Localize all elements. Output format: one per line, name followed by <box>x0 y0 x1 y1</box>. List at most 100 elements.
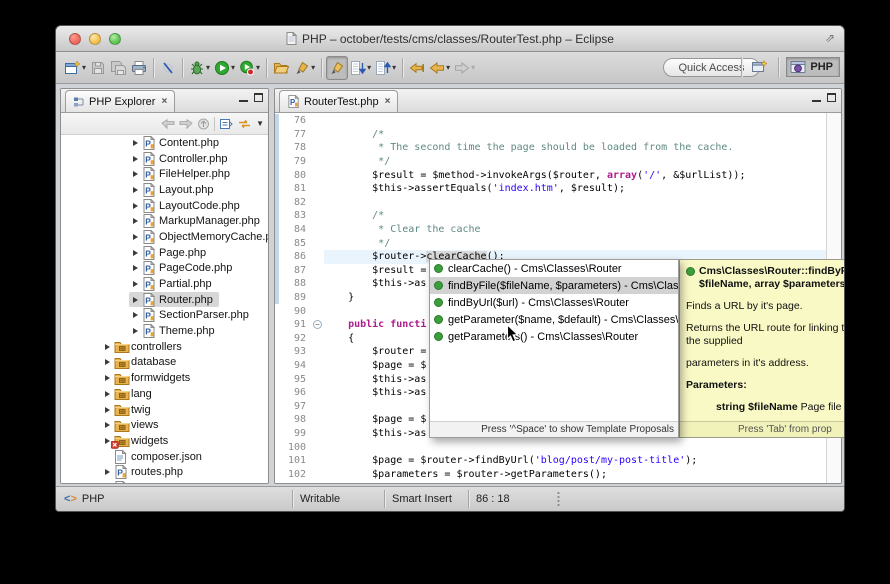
forward-button[interactable]: ▾ <box>452 56 477 80</box>
expand-arrow-icon[interactable] <box>129 250 142 256</box>
dropdown-caret-icon[interactable]: ▾ <box>446 63 450 72</box>
code-line-83[interactable]: 83 /* <box>275 209 826 223</box>
completion-item[interactable]: clearCache() - Cms\Classes\Router <box>430 260 678 277</box>
code-line-101[interactable]: 101 $page = $router->findByUrl('blog/pos… <box>275 454 826 468</box>
print-button[interactable] <box>129 56 149 80</box>
tree-item-views[interactable]: views <box>61 417 268 433</box>
tree-item-objectmemorycache-ph[interactable]: PObjectMemoryCache.ph <box>61 229 268 245</box>
run-button[interactable]: ▾ <box>212 56 237 80</box>
expand-arrow-icon[interactable] <box>101 375 114 381</box>
maximize-view-icon[interactable] <box>827 93 836 102</box>
expand-arrow-icon[interactable] <box>101 344 114 350</box>
tab-php-explorer[interactable]: PHP Explorer × <box>65 90 175 112</box>
code-line-78[interactable]: 78 * The second time the page should be … <box>275 141 826 155</box>
tree-item-lang[interactable]: lang <box>61 386 268 402</box>
new-wizard-button[interactable]: ▾ <box>62 56 88 80</box>
save-button[interactable] <box>88 56 108 80</box>
code-line-100[interactable]: 100 <box>275 440 826 454</box>
dropdown-caret-icon[interactable]: ▾ <box>231 63 235 72</box>
expand-arrow-icon[interactable] <box>129 140 142 146</box>
tree-item-theme-php[interactable]: PTheme.php <box>61 323 268 339</box>
back-icon[interactable] <box>161 118 175 130</box>
tree-item-router-php[interactable]: PRouter.php <box>61 292 268 308</box>
open-file-button[interactable] <box>271 56 292 80</box>
code-line-77[interactable]: 77 /* <box>275 128 826 142</box>
expand-arrow-icon[interactable] <box>129 218 142 224</box>
completion-item[interactable]: findByFile($fileName, $parameters) - Cms… <box>430 277 678 294</box>
last-edit-location-button[interactable] <box>407 56 427 80</box>
fold-collapse-icon[interactable]: − <box>311 320 324 329</box>
expand-arrow-icon[interactable] <box>129 234 142 240</box>
tree-item-database[interactable]: database <box>61 355 268 371</box>
maximize-view-icon[interactable] <box>254 93 263 102</box>
tab-routertest-php[interactable]: P RouterTest.php × <box>279 90 398 112</box>
mark-occurrences-toggle[interactable] <box>326 56 348 80</box>
tree-item-filehelper-php[interactable]: PFileHelper.php <box>61 166 268 182</box>
close-window-button[interactable] <box>69 33 81 45</box>
tree-item-sectionparser-php[interactable]: PSectionParser.php <box>61 308 268 324</box>
tree-item-layout-php[interactable]: PLayout.php <box>61 182 268 198</box>
expand-arrow-icon[interactable] <box>101 391 114 397</box>
tree-item-layoutcode-php[interactable]: PLayoutCode.php <box>61 198 268 214</box>
tree-item-routes-php[interactable]: Proutes.php <box>61 464 268 480</box>
expand-arrow-icon[interactable] <box>129 203 142 209</box>
zoom-window-button[interactable] <box>109 33 121 45</box>
dropdown-caret-icon[interactable]: ▾ <box>206 63 210 72</box>
code-line-84[interactable]: 84 * Clear the cache <box>275 223 826 237</box>
code-line-80[interactable]: 80 $result = $method->invokeArgs($router… <box>275 168 826 182</box>
tree-item-widgets[interactable]: widgets <box>61 433 268 449</box>
code-line-76[interactable]: 76 <box>275 114 826 128</box>
expand-arrow-icon[interactable] <box>129 265 142 271</box>
tree-item-formwidgets[interactable]: formwidgets <box>61 370 268 386</box>
previous-annotation-button[interactable]: ▾ <box>373 56 398 80</box>
collapse-all-icon[interactable] <box>219 118 233 130</box>
expand-arrow-icon[interactable] <box>101 359 114 365</box>
dropdown-caret-icon[interactable]: ▾ <box>392 63 396 72</box>
next-annotation-button[interactable]: ▾ <box>348 56 373 80</box>
completion-item[interactable]: getParameter($name, $default) - Cms\Clas… <box>430 311 678 328</box>
minimize-window-button[interactable] <box>89 33 101 45</box>
expand-arrow-icon[interactable] <box>129 156 142 162</box>
completion-item[interactable]: findByUrl($url) - Cms\Classes\Router <box>430 294 678 311</box>
dropdown-caret-icon[interactable]: ▾ <box>311 63 315 72</box>
resize-icon[interactable]: ⇗ <box>825 31 835 45</box>
tree-item-twig[interactable]: twig <box>61 402 268 418</box>
brush-dropdown-button[interactable]: ▾ <box>292 56 317 80</box>
link-with-editor-icon[interactable] <box>237 118 252 130</box>
completion-item[interactable]: getParameters() - Cms\Classes\Router <box>430 328 678 345</box>
expand-arrow-icon[interactable] <box>129 171 142 177</box>
minimize-view-icon[interactable] <box>239 93 248 102</box>
dropdown-caret-icon[interactable]: ▾ <box>367 63 371 72</box>
run-profile-button[interactable]: ▾ <box>237 56 262 80</box>
code-line-81[interactable]: 81 $this->assertEquals('index.htm', $res… <box>275 182 826 196</box>
close-icon[interactable]: × <box>161 96 167 107</box>
tree-item-partial-php[interactable]: PPartial.php <box>61 276 268 292</box>
dropdown-caret-icon[interactable]: ▾ <box>82 63 86 72</box>
debug-button[interactable]: ▾ <box>187 56 212 80</box>
php-perspective-button[interactable]: PHP <box>786 57 840 77</box>
view-menu-icon[interactable]: ▼ <box>256 119 264 128</box>
code-line-79[interactable]: 79 */ <box>275 155 826 169</box>
status-drag-handle[interactable] <box>557 491 560 507</box>
back-button[interactable]: ▾ <box>427 56 452 80</box>
expand-arrow-icon[interactable] <box>101 469 114 475</box>
tree-item-pagecode-php[interactable]: PPageCode.php <box>61 261 268 277</box>
expand-arrow-icon[interactable] <box>101 407 114 413</box>
tree-item-markupmanager-php[interactable]: PMarkupManager.php <box>61 213 268 229</box>
skip-all-breakpoints-button[interactable] <box>158 56 178 80</box>
expand-arrow-icon[interactable] <box>129 312 142 318</box>
expand-arrow-icon[interactable] <box>129 281 142 287</box>
expand-arrow-icon[interactable] <box>129 297 142 303</box>
tree-item-composer-json[interactable]: composer.json <box>61 449 268 465</box>
code-line-85[interactable]: 85 */ <box>275 236 826 250</box>
tree-item-controllers[interactable]: controllers <box>61 339 268 355</box>
code-line-82[interactable]: 82 <box>275 196 826 210</box>
tree-item-content-php[interactable]: PContent.php <box>61 135 268 151</box>
minimize-view-icon[interactable] <box>812 93 821 102</box>
tree-item-controller-php[interactable]: PController.php <box>61 151 268 167</box>
dropdown-caret-icon[interactable]: ▾ <box>256 63 260 72</box>
up-icon[interactable] <box>197 118 210 130</box>
expand-arrow-icon[interactable] <box>101 422 114 428</box>
code-line-102[interactable]: 102 $parameters = $router->getParameters… <box>275 467 826 481</box>
close-icon[interactable]: × <box>385 96 391 107</box>
